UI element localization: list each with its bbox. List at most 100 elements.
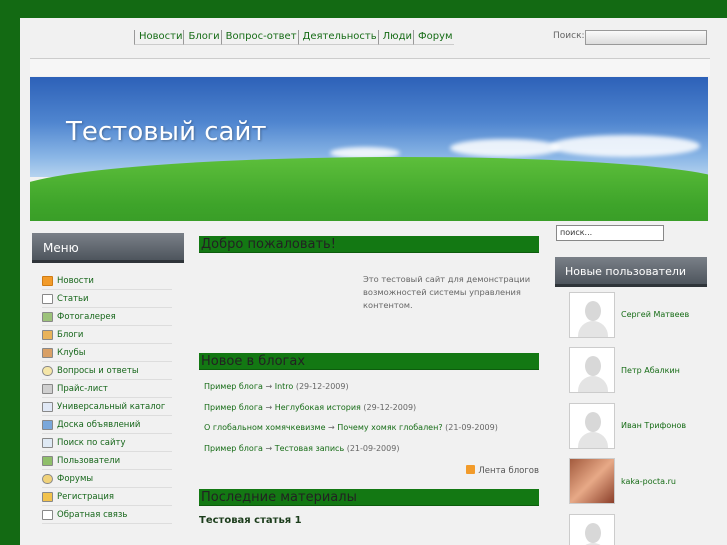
avatar-head <box>585 300 601 321</box>
top-bar: Новости Блоги Вопрос-ответ Деятельность … <box>20 18 727 58</box>
blog-link[interactable]: О глобальном хомячкевизме <box>204 423 326 432</box>
menu-item-label[interactable]: Форумы <box>57 474 93 484</box>
avatar[interactable] <box>569 291 615 338</box>
avatar[interactable] <box>569 513 615 545</box>
blog-list: Пример блога → Intro (29-12-2009) Пример… <box>199 382 539 464</box>
menu-item-articles[interactable]: Статьи <box>42 290 172 308</box>
rss-icon <box>42 275 53 286</box>
menu-item-label[interactable]: Регистрация <box>57 492 114 502</box>
menu-item-label[interactable]: Прайс-лист <box>57 384 108 394</box>
menu-heading: Меню <box>32 233 184 263</box>
post-link[interactable]: Неглубокая история <box>275 403 361 412</box>
user-entry: kaka-pocta.ru <box>555 454 707 510</box>
top-nav-blogs[interactable]: Блоги <box>183 30 221 45</box>
user-name[interactable]: Сергей Матвеев <box>621 310 689 319</box>
document-icon <box>42 293 53 304</box>
user-name[interactable]: Петр Абалкин <box>621 366 680 375</box>
menu-item-blogs[interactable]: Блоги <box>42 326 172 344</box>
menu-item-label[interactable]: Фотогалерея <box>57 312 116 322</box>
avatar-head <box>585 356 601 377</box>
user-entry: Иван Трифонов <box>555 398 707 454</box>
banner-cloud <box>450 139 560 157</box>
menu-item-label[interactable]: Поиск по сайту <box>57 438 125 448</box>
main-content: Добро пожаловать! Это тестовый сайт для … <box>199 236 539 526</box>
post-date: (21-09-2009) <box>346 443 400 453</box>
welcome-text: Это тестовый сайт для демонстрации возмо… <box>363 274 531 310</box>
menu-item-label[interactable]: Клубы <box>57 348 85 358</box>
avatar[interactable] <box>569 458 615 505</box>
header-strip <box>30 58 710 76</box>
left-sidebar: Меню Новости Статьи Фотогалерея Блоги Кл… <box>32 233 184 524</box>
menu-item-qa[interactable]: Вопросы и ответы <box>42 362 172 380</box>
blog-feed-label[interactable]: Лента блогов <box>478 466 539 476</box>
banner-cloud <box>550 135 700 157</box>
arrow: → <box>328 423 335 432</box>
menu-item-label[interactable]: Блоги <box>57 330 83 340</box>
latest-article-title[interactable]: Тестовая статья 1 <box>199 515 539 526</box>
menu-item-label[interactable]: Универсальный каталог <box>57 402 165 412</box>
forum-icon <box>42 473 53 484</box>
menu-item-label[interactable]: Новости <box>57 276 94 286</box>
menu-item-users[interactable]: Пользователи <box>42 452 172 470</box>
avatar-body <box>578 320 608 337</box>
post-link[interactable]: Почему хомяк глобален? <box>337 423 442 432</box>
top-nav-activity[interactable]: Деятельность <box>297 30 378 45</box>
blog-entry: О глобальном хомячкевизме → Почему хомяк… <box>204 423 539 444</box>
blog-entry: Пример блога → Intro (29-12-2009) <box>204 382 539 403</box>
menu-item-pricelist[interactable]: Прайс-лист <box>42 380 172 398</box>
welcome-heading: Добро пожаловать! <box>199 236 539 253</box>
menu-item-clubs[interactable]: Клубы <box>42 344 172 362</box>
sidebar-search-input[interactable]: поиск... <box>556 225 664 241</box>
post-link[interactable]: Intro <box>275 382 294 391</box>
menu-item-forums[interactable]: Форумы <box>42 470 172 488</box>
menu-item-label[interactable]: Вопросы и ответы <box>57 366 139 376</box>
avatar[interactable] <box>569 402 615 449</box>
menu-item-search[interactable]: Поиск по сайту <box>42 434 172 452</box>
latest-heading: Последние материалы <box>199 489 539 506</box>
blog-feed[interactable]: Лента блогов <box>199 465 539 485</box>
blog-link[interactable]: Пример блога <box>204 444 263 453</box>
top-nav-people[interactable]: Люди <box>377 30 413 45</box>
book-icon <box>42 329 53 340</box>
post-date: (21-09-2009) <box>445 423 498 432</box>
blog-link[interactable]: Пример блога <box>204 382 263 391</box>
site-title[interactable]: Тестовый сайт <box>66 117 267 147</box>
top-search-input[interactable] <box>585 30 707 45</box>
user-name[interactable]: kaka-pocta.ru <box>621 477 676 486</box>
menu-item-register[interactable]: Регистрация <box>42 488 172 506</box>
user-entry: Сергей Матвеев <box>555 287 707 343</box>
arrow: → <box>265 402 273 412</box>
header-banner: Тестовый сайт <box>30 77 708 221</box>
post-date: (29-12-2009) <box>363 402 417 412</box>
banner-hill <box>30 157 708 221</box>
avatar[interactable] <box>569 347 615 394</box>
post-link[interactable]: Тестовая запись <box>275 444 344 453</box>
menu-item-board[interactable]: Доска объявлений <box>42 416 172 434</box>
menu-item-label[interactable]: Статьи <box>57 294 89 304</box>
menu-item-news[interactable]: Новости <box>42 272 172 290</box>
top-nav-news[interactable]: Новости <box>134 30 184 45</box>
menu-item-feedback[interactable]: Обратная связь <box>42 506 172 524</box>
avatar-head <box>585 522 601 543</box>
top-search-label: Поиск: <box>553 31 585 41</box>
menu-item-label[interactable]: Пользователи <box>57 456 120 466</box>
feedback-icon <box>42 509 53 520</box>
menu-item-label[interactable]: Доска объявлений <box>57 420 140 430</box>
search-icon <box>42 437 53 448</box>
blog-link[interactable]: Пример блога <box>204 403 263 412</box>
catalog-icon <box>42 401 53 412</box>
user-entry: Петр Абалкин <box>555 343 707 399</box>
user-name[interactable]: Иван Трифонов <box>621 421 686 430</box>
top-nav-forum[interactable]: Форум <box>413 30 454 45</box>
photo-icon <box>42 311 53 322</box>
arrow: → <box>265 443 273 453</box>
top-nav-qa[interactable]: Вопрос-ответ <box>220 30 298 45</box>
avatar-body <box>578 431 608 448</box>
avatar-head <box>585 411 601 432</box>
page-frame: Новости Блоги Вопрос-ответ Деятельность … <box>20 18 727 545</box>
menu-item-gallery[interactable]: Фотогалерея <box>42 308 172 326</box>
right-sidebar: поиск... Новые пользователи Сергей Матве… <box>555 225 707 545</box>
menu-item-label[interactable]: Обратная связь <box>57 510 127 520</box>
speech-bubble-icon <box>42 365 53 376</box>
menu-item-catalog[interactable]: Универсальный каталог <box>42 398 172 416</box>
